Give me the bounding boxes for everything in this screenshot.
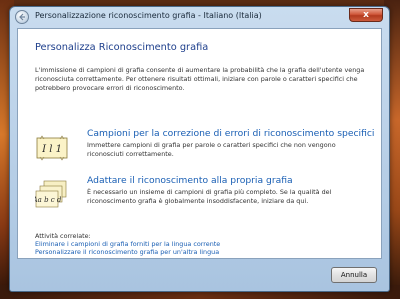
content-pane: Personalizza Riconoscimento grafia L'imm… <box>17 28 382 259</box>
option-title[interactable]: Campioni per la correzione di errori di … <box>87 128 375 139</box>
page-heading: Personalizza Riconoscimento grafia <box>35 42 209 53</box>
option-description: Immettere campioni di grafia per parole … <box>87 141 336 158</box>
option-title[interactable]: Adattare il riconoscimento alla propria … <box>87 175 293 186</box>
back-arrow-icon <box>19 13 25 21</box>
option-icon-text: Aa b c d <box>35 196 62 204</box>
cancel-button[interactable]: Annulla <box>331 267 377 283</box>
option-description: È necessario un insieme di campioni di g… <box>87 188 332 205</box>
window-title: Personalizzazione riconoscimento grafia … <box>35 11 262 20</box>
related-tasks: Attività correlate: Eliminare i campioni… <box>35 232 220 257</box>
handwriting-target-icon: I l 1 <box>36 135 68 161</box>
option-specific-errors[interactable]: I l 1 Campioni per la correzione di erro… <box>35 128 375 174</box>
delete-samples-link[interactable]: Eliminare i campioni di grafia forniti p… <box>35 240 220 248</box>
related-tasks-label: Attività correlate: <box>35 232 91 240</box>
option-adapt-recognition[interactable]: Aa b c d Adattare il riconoscimento alla… <box>35 175 375 221</box>
option-icon-text: I l 1 <box>41 144 62 155</box>
handwriting-sheets-icon: Aa b c d <box>35 180 67 208</box>
other-language-link[interactable]: Personalizzare il riconoscimento grafia … <box>35 248 220 256</box>
handwriting-personalization-window: Personalizzazione riconoscimento grafia … <box>9 6 390 292</box>
window-titlebar[interactable]: Personalizzazione riconoscimento grafia … <box>10 7 389 27</box>
close-button[interactable]: x <box>349 8 383 22</box>
close-icon: x <box>363 10 369 20</box>
back-button[interactable] <box>15 10 29 24</box>
intro-text: L'immissione di campioni di grafia conse… <box>35 66 365 92</box>
